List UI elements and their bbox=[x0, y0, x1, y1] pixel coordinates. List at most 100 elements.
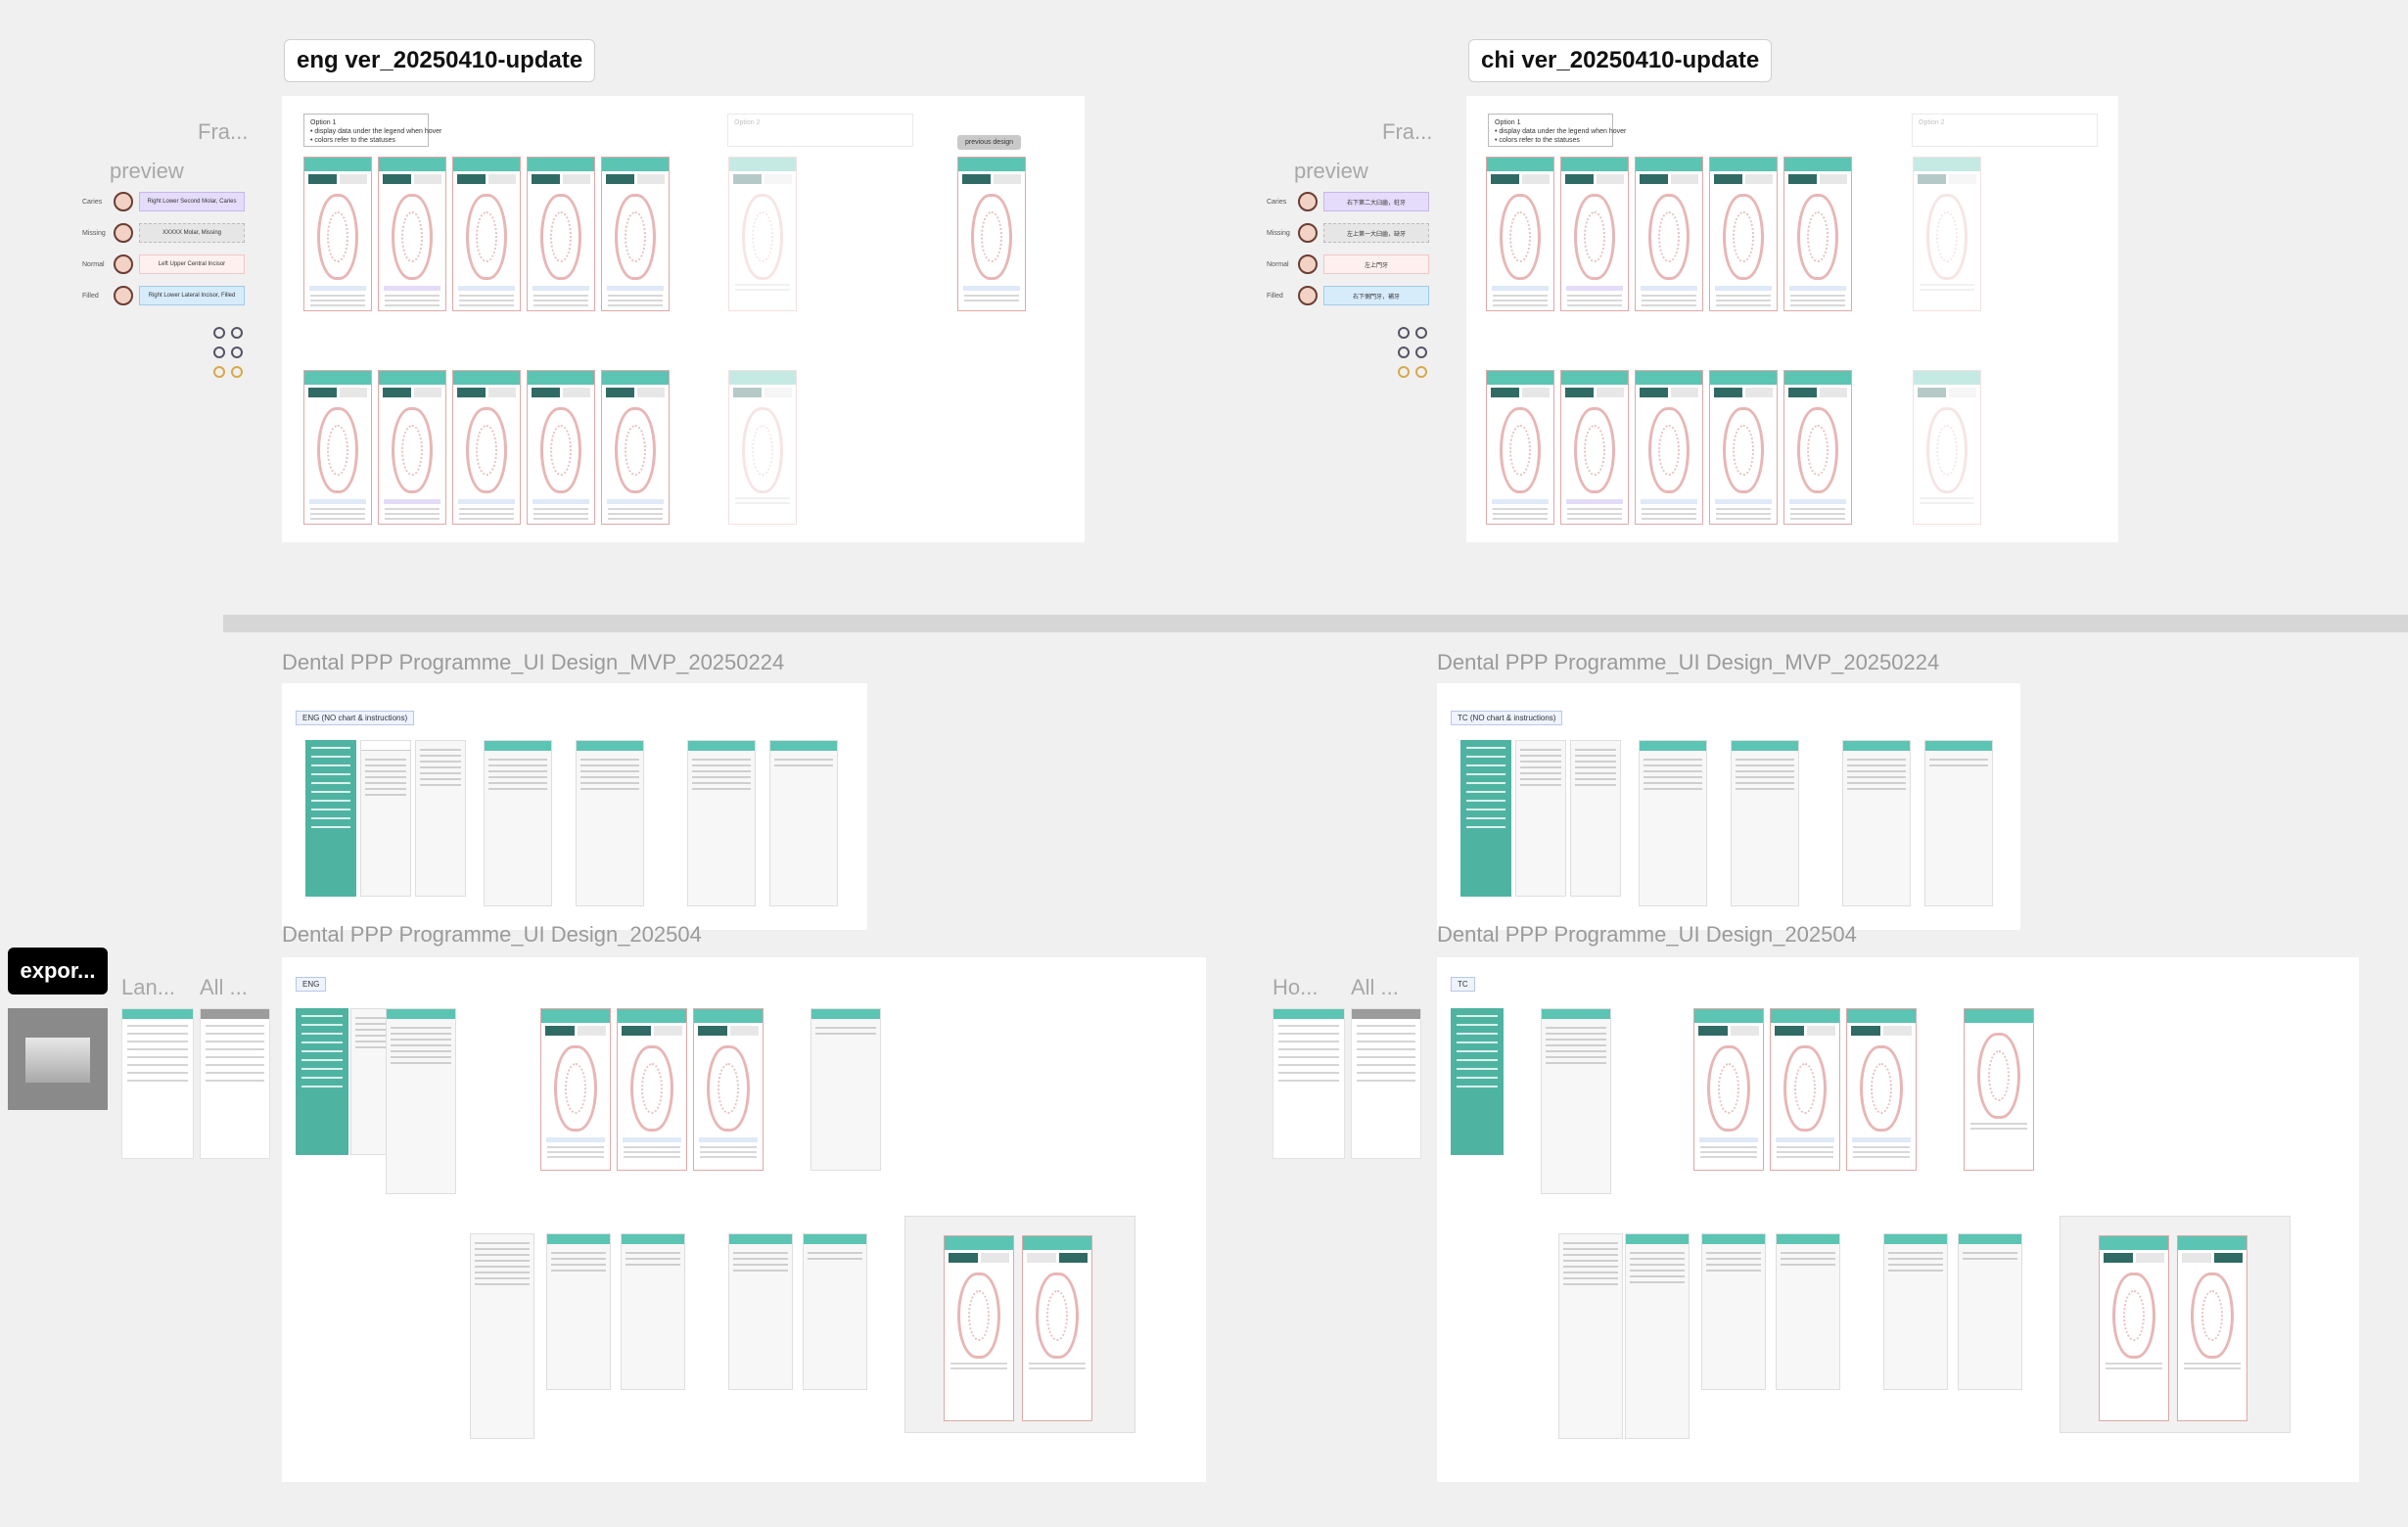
lan-thumbnail[interactable] bbox=[121, 1008, 194, 1159]
all-label-left[interactable]: All ... bbox=[200, 975, 248, 1000]
legend-text: Left Upper Central Incisor bbox=[139, 254, 245, 274]
screen bbox=[769, 740, 838, 906]
phone-screen[interactable] bbox=[728, 370, 797, 525]
phone-screen bbox=[540, 1008, 611, 1171]
avatar bbox=[114, 254, 133, 274]
legend-text: 右下側門牙，補牙 bbox=[1323, 286, 1429, 305]
all-thumbnail-left[interactable] bbox=[200, 1008, 270, 1159]
legend-row-filled[interactable]: Filled Right Lower Lateral Incisor, Fill… bbox=[82, 286, 245, 305]
phone-screen[interactable] bbox=[601, 157, 670, 311]
screen bbox=[1558, 1233, 1623, 1439]
phone-screen bbox=[2177, 1235, 2247, 1421]
phone-screen[interactable] bbox=[1560, 370, 1629, 525]
frame-ghost-label[interactable]: Fra... bbox=[198, 119, 248, 145]
avatar bbox=[114, 223, 133, 243]
phone-screen[interactable] bbox=[452, 370, 521, 525]
legend-status: Caries bbox=[82, 198, 103, 206]
phone-screen[interactable] bbox=[1913, 157, 1981, 311]
phone-screen[interactable] bbox=[378, 370, 446, 525]
frame-mvp-tc[interactable]: TC (NO chart & instructions) bbox=[1437, 683, 2020, 930]
phone-screen[interactable] bbox=[303, 370, 372, 525]
screen bbox=[1924, 740, 1993, 906]
preview-label[interactable]: preview bbox=[110, 159, 184, 184]
frame-202504-tc[interactable]: TC bbox=[1437, 957, 2359, 1482]
legend-text: Right Lower Lateral Incisor, Filled bbox=[139, 286, 245, 305]
phone-screen bbox=[2099, 1235, 2169, 1421]
legend-row-filled[interactable]: Filled 右下側門牙，補牙 bbox=[1267, 286, 1429, 305]
previous-design-button[interactable]: previous design bbox=[957, 135, 1022, 150]
ho-thumbnail[interactable] bbox=[1273, 1008, 1345, 1159]
legend-row-missing[interactable]: Missing XXXXX Molar, Missing bbox=[82, 223, 245, 243]
phone-screen bbox=[693, 1008, 764, 1171]
status-icon bbox=[1415, 347, 1427, 358]
phone-screen bbox=[1846, 1008, 1917, 1171]
frame-label-eng-update[interactable]: eng ver_20250410-update bbox=[284, 39, 596, 82]
phone-screen bbox=[944, 1235, 1014, 1421]
phone-screen[interactable] bbox=[1486, 370, 1554, 525]
phone-screen[interactable] bbox=[1560, 157, 1629, 311]
side-menu bbox=[305, 740, 356, 897]
status-icon bbox=[213, 347, 225, 358]
phone-screen[interactable] bbox=[1709, 157, 1778, 311]
screen bbox=[1842, 740, 1911, 906]
phone-screen[interactable] bbox=[728, 157, 797, 311]
frame-ghost-label[interactable]: Fra... bbox=[1382, 119, 1432, 145]
legend-status: Normal bbox=[82, 260, 105, 268]
lang-tag: TC bbox=[1451, 977, 1475, 992]
phone-screen[interactable] bbox=[1709, 370, 1778, 525]
screen bbox=[546, 1233, 611, 1390]
screen bbox=[621, 1233, 685, 1390]
phone-screen[interactable] bbox=[527, 370, 595, 525]
preview-label[interactable]: preview bbox=[1294, 159, 1368, 184]
phone-screen bbox=[617, 1008, 687, 1171]
status-icon bbox=[213, 327, 225, 339]
phone-screen[interactable] bbox=[303, 157, 372, 311]
legend-status: Caries bbox=[1267, 198, 1287, 206]
phone-screen[interactable] bbox=[1486, 157, 1554, 311]
export-frame-label[interactable]: expor... bbox=[8, 948, 108, 995]
mvp-tag: ENG (NO chart & instructions) bbox=[296, 711, 415, 725]
status-icon bbox=[1398, 347, 1410, 358]
legend-text: 左上門牙 bbox=[1323, 254, 1429, 274]
export-thumbnail[interactable] bbox=[8, 1008, 108, 1110]
phone-screen[interactable] bbox=[1913, 370, 1981, 525]
phone-screen[interactable] bbox=[527, 157, 595, 311]
screen bbox=[1701, 1233, 1766, 1390]
frame-title-mvp-tc[interactable]: Dental PPP Programme_UI Design_MVP_20250… bbox=[1437, 650, 1939, 675]
screen bbox=[386, 1008, 456, 1194]
screen bbox=[687, 740, 756, 906]
lan-label[interactable]: Lan... bbox=[121, 975, 175, 1000]
phone-screen[interactable] bbox=[957, 157, 1026, 311]
legend-row-missing[interactable]: Missing 左上第一大臼齒，缺牙 bbox=[1267, 223, 1429, 243]
lang-tag: ENG bbox=[296, 977, 327, 992]
legend-row-normal[interactable]: Normal 左上門牙 bbox=[1267, 254, 1429, 274]
all-label-right[interactable]: All ... bbox=[1351, 975, 1399, 1000]
frame-202504-eng[interactable]: ENG bbox=[282, 957, 1206, 1482]
group-panel bbox=[2060, 1216, 2291, 1433]
frame-mvp-eng[interactable]: ENG (NO chart & instructions) bbox=[282, 683, 867, 930]
all-thumbnail-right[interactable] bbox=[1351, 1008, 1421, 1159]
phone-screen[interactable] bbox=[1635, 157, 1703, 311]
status-icon bbox=[1398, 327, 1410, 339]
screen bbox=[1570, 740, 1621, 897]
frame-label-chi-update[interactable]: chi ver_20250410-update bbox=[1468, 39, 1773, 82]
screen bbox=[1541, 1008, 1611, 1194]
phone-screen[interactable] bbox=[1783, 157, 1852, 311]
legend-row-caries[interactable]: Caries Right Lower Second Molar, Caries bbox=[82, 192, 245, 211]
avatar bbox=[114, 286, 133, 305]
phone-screen[interactable] bbox=[1635, 370, 1703, 525]
option2-note: Option 2 bbox=[1912, 114, 2098, 147]
legend-text: Right Lower Second Molar, Caries bbox=[139, 192, 245, 211]
phone-screen[interactable] bbox=[1783, 370, 1852, 525]
frame-title-202504-tc[interactable]: Dental PPP Programme_UI Design_202504 bbox=[1437, 922, 1857, 948]
frame-title-mvp-eng[interactable]: Dental PPP Programme_UI Design_MVP_20250… bbox=[282, 650, 784, 675]
ho-label[interactable]: Ho... bbox=[1273, 975, 1318, 1000]
phone-screen[interactable] bbox=[452, 157, 521, 311]
phone-screen[interactable] bbox=[378, 157, 446, 311]
legend-row-caries[interactable]: Caries 右下第二大臼齒，蛀牙 bbox=[1267, 192, 1429, 211]
avatar bbox=[1298, 254, 1318, 274]
status-icon bbox=[231, 327, 243, 339]
legend-row-normal[interactable]: Normal Left Upper Central Incisor bbox=[82, 254, 245, 274]
phone-screen[interactable] bbox=[601, 370, 670, 525]
frame-title-202504-eng[interactable]: Dental PPP Programme_UI Design_202504 bbox=[282, 922, 702, 948]
